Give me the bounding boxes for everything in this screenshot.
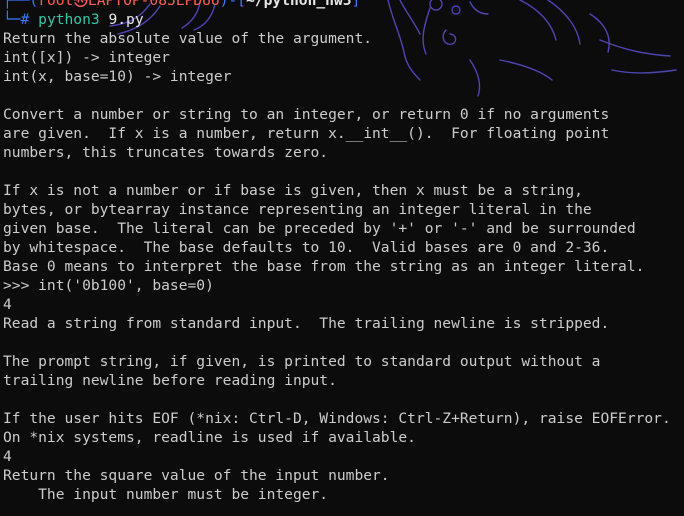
prompt-path: ~/python_hw5 [246, 0, 352, 9]
output-line: 4 [3, 296, 12, 313]
output-line: numbers, this truncates towards zero. [3, 144, 329, 161]
prompt-frame-bottom: └─ [3, 11, 21, 28]
output-line: Convert a number or string to an integer… [3, 106, 610, 123]
command-name: python3 [38, 11, 100, 28]
output-line: bytes, or bytearray instance representin… [3, 201, 592, 218]
prompt-user: root [38, 0, 74, 9]
prompt-host: LAPTOP-085LPDU6 [87, 0, 220, 9]
terminal-window[interactable]: ┌──(root㉿LAPTOP-085LPDU6)-[~/python_hw5]… [0, 0, 684, 516]
output-line: On *nix systems, readline is used if ava… [3, 429, 416, 446]
output-line: trailing newline before reading input. [3, 372, 337, 389]
output-line: int(x, base=10) -> integer [3, 68, 232, 85]
output-line: Read a string from standard input. The t… [3, 315, 610, 332]
output-line: given base. The literal can be preceded … [3, 220, 636, 237]
prompt-command-line: └─# python3 9.py [3, 10, 684, 29]
output-line: int([x]) -> integer [3, 49, 170, 66]
prompt-frame-close: ] [351, 0, 361, 9]
prompt-at-icon: ㉿ [73, 0, 88, 9]
prompt-top-line: ┌──(root㉿LAPTOP-085LPDU6)-[~/python_hw5] [3, 0, 684, 10]
output-line: If the user hits EOF (*nix: Ctrl-D, Wind… [3, 410, 671, 427]
output-line: If x is not a number or if base is given… [3, 182, 583, 199]
output-line: The input number must be integer. [3, 486, 329, 503]
prompt-separator: )-[ [219, 0, 247, 9]
output-line: >>> int('0b100', base=0) [3, 277, 214, 294]
output-line: are given. If x is a number, return x.__… [3, 125, 610, 142]
command-argument: 9.py [99, 11, 144, 28]
output-line: Base 0 means to interpret the base from … [3, 258, 645, 275]
prompt-frame-top: ┌──( [3, 0, 39, 9]
output-line: 4 [3, 448, 12, 465]
prompt-hash: # [20, 11, 39, 28]
output-line: Return the square value of the input num… [3, 467, 390, 484]
output-line: Return the absolute value of the argumen… [3, 30, 373, 47]
output-line: by whitespace. The base defaults to 10. … [3, 239, 610, 256]
output-line: The prompt string, if given, is printed … [3, 353, 601, 370]
